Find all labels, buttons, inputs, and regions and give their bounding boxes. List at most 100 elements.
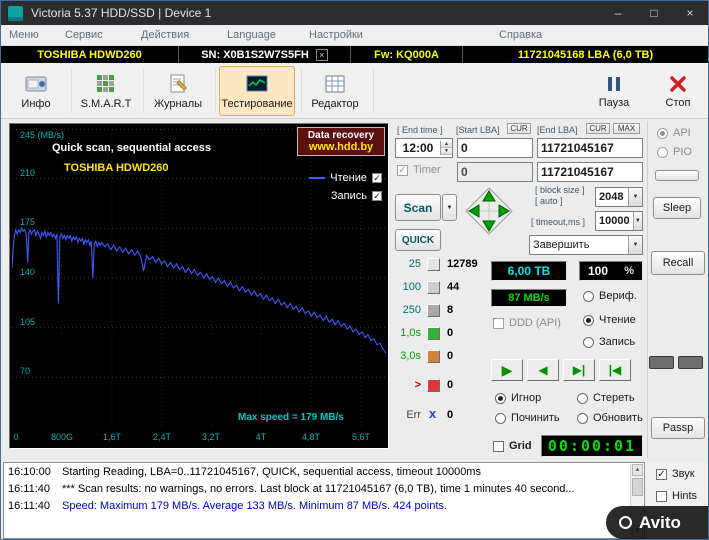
end-time-spinner[interactable]: 12:00 ▲ ▼ [395, 138, 453, 158]
chevron-down-icon[interactable]: ▼ [632, 212, 642, 230]
avito-circle-icon [619, 516, 632, 529]
quick-button[interactable]: QUICK [395, 229, 441, 251]
ddd-api-label: DDD (API) [509, 317, 561, 329]
hints-checkbox-row[interactable]: Hints [656, 490, 697, 502]
menu-item-language[interactable]: Language [227, 25, 276, 46]
x-tick-label: 1,6T [102, 432, 122, 442]
menu-item-actions[interactable]: Действия [141, 25, 189, 46]
drive-model: TOSHIBA HDWD260 [1, 46, 179, 63]
legend-read-checkbox[interactable]: ✓ [372, 173, 382, 183]
radio-erase[interactable]: Стереть [577, 392, 635, 404]
sound-label: Звук [672, 468, 695, 480]
refresh-radio-label: Обновить [593, 412, 643, 424]
drive-serial-segment: SN: X0B1S2W7S5FH × [179, 46, 351, 63]
toolbar-button-test[interactable]: Тестирование [219, 66, 295, 116]
minimize-button[interactable]: – [600, 1, 636, 25]
scan-dropdown-button[interactable]: ▼ [442, 194, 457, 221]
scroll-up-icon[interactable]: ▲ [632, 464, 643, 476]
bucket-over-label: > [414, 379, 421, 391]
jog-arrows-pad[interactable] [465, 187, 513, 235]
lba-mirror-input[interactable]: 11721045167 [537, 162, 643, 182]
toolbar-button-info[interactable]: Инфо [7, 66, 65, 116]
back-button[interactable]: ◀ [527, 359, 559, 381]
sound-checkbox-row[interactable]: ✓ Звук [656, 468, 695, 480]
menu-item-help[interactable]: Справка [499, 25, 542, 46]
ddd-api-checkbox[interactable] [493, 317, 504, 329]
scan-button[interactable]: Scan [395, 194, 441, 221]
small-dark-button-2[interactable] [678, 356, 703, 369]
radio-read[interactable]: Чтение [583, 314, 636, 326]
end-lba-max-button[interactable]: MAX [613, 123, 640, 134]
auto-label: [ auto ] [535, 196, 563, 206]
x-tick-label: 4,8T [301, 432, 321, 442]
test-chart-icon [246, 75, 268, 91]
x-tick-label: 4T [255, 432, 267, 442]
menu-item-service[interactable]: Сервис [65, 25, 103, 46]
end-lba-cur-button[interactable]: CUR [586, 123, 610, 134]
toolbar-button-editor[interactable]: Редактор [303, 66, 367, 116]
erase-radio-label: Стереть [593, 392, 635, 404]
start-lba-input[interactable]: 0 [457, 138, 533, 158]
start-lba-cur-button[interactable]: CUR [507, 123, 531, 134]
block-size-combo[interactable]: 2048 ▼ [595, 187, 643, 207]
small-dark-button-1[interactable] [649, 356, 674, 369]
radio-pio[interactable]: PIO [657, 146, 692, 158]
toolbar-button-stop[interactable]: Стоп [651, 66, 705, 116]
log-text: Starting Reading, LBA=0..11721045167, QU… [62, 465, 481, 478]
toolbar-label-pause: Пауза [598, 96, 630, 109]
drive-info-bar: TOSHIBA HDWD260 SN: X0B1S2W7S5FH × Fw: K… [1, 46, 708, 63]
graph-title: Quick scan, sequential access [52, 142, 211, 154]
grid-checkbox-row[interactable]: Grid [493, 440, 532, 452]
x-tick-label: 3,2T [201, 432, 221, 442]
grid-checkbox[interactable] [493, 440, 504, 452]
legend-write-label: Запись [330, 190, 367, 202]
radio-write[interactable]: Запись [583, 336, 635, 348]
end-time-spin-arrows[interactable]: ▲ ▼ [440, 141, 452, 155]
end-lba-input[interactable]: 11721045167 [537, 138, 643, 158]
radio-remap[interactable]: Починить [495, 412, 560, 424]
hints-label: Hints [672, 490, 698, 502]
recall-button[interactable]: Recall [651, 251, 705, 275]
start-scan-button[interactable]: ▶ [491, 359, 523, 381]
x-axis-labels: 0 800G 1,6T 2,4T 3,2T 4T 4,8T 5,6T [12, 432, 386, 446]
toolbar-button-pause[interactable]: Пауза [585, 66, 643, 116]
maximize-button[interactable]: □ [636, 1, 672, 25]
menu-item-settings[interactable]: Настройки [309, 25, 363, 46]
end-time-value: 12:00 [402, 141, 434, 155]
toolbar-button-smart[interactable]: S.M.A.R.T [75, 66, 137, 116]
timeout-combo[interactable]: 10000 ▼ [595, 211, 643, 231]
timer-checkbox-row[interactable]: ✓ Timer [397, 164, 441, 176]
ddd-api-checkbox-row[interactable]: DDD (API) [493, 317, 561, 329]
chevron-down-icon[interactable]: ▼ [628, 188, 642, 206]
chevron-down-icon[interactable]: ▼ [628, 236, 642, 254]
serial-close-icon[interactable]: × [315, 48, 328, 61]
menu-item-menu[interactable]: Меню [9, 25, 39, 46]
radio-verify[interactable]: Вериф. [583, 290, 637, 302]
hints-checkbox[interactable] [656, 490, 667, 502]
bucket-over-count: 0 [447, 379, 454, 391]
small-flat-button[interactable] [655, 170, 699, 181]
radio-api[interactable]: API [657, 127, 691, 139]
close-button[interactable]: × [672, 1, 708, 25]
toolbar-label-stop: Стоп [665, 96, 691, 109]
toolbar-button-logs[interactable]: Журналы [147, 66, 209, 116]
legend-write[interactable]: Запись ✓ [331, 190, 382, 202]
radio-refresh[interactable]: Обновить [577, 412, 643, 424]
pio-radio-circle [657, 146, 668, 158]
watermark-line1: Data recovery [307, 130, 375, 141]
legend-write-checkbox[interactable]: ✓ [372, 191, 382, 201]
legend-read[interactable]: Чтение ✓ [309, 172, 382, 184]
toolbar-label-smart: S.M.A.R.T [80, 97, 132, 110]
scrollbar-thumb[interactable] [632, 478, 643, 496]
finish-action-combo[interactable]: Завершить ▼ [529, 235, 643, 255]
step-back-button[interactable]: |◀ [599, 359, 631, 381]
write-radio-label: Запись [599, 336, 636, 348]
step-forward-button[interactable]: ▶| [563, 359, 595, 381]
bucket-100-label: 100 [402, 281, 421, 293]
passport-button[interactable]: Passp [651, 417, 705, 439]
sleep-button[interactable]: Sleep [653, 197, 701, 219]
sound-checkbox[interactable]: ✓ [656, 468, 667, 480]
radio-ignore[interactable]: Игнор [495, 392, 541, 404]
timer-checkbox[interactable]: ✓ [397, 164, 408, 176]
watermark-box: Data recovery www.hdd.by [297, 127, 385, 156]
